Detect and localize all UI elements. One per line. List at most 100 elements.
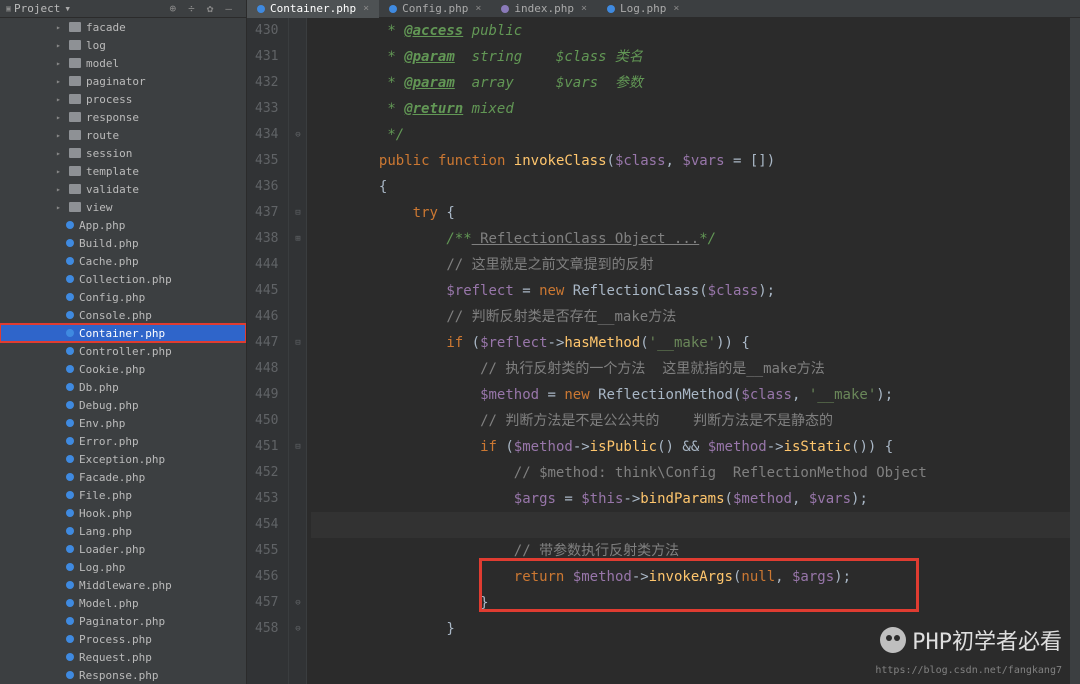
tree-file[interactable]: Build.php — [0, 234, 246, 252]
tree-file[interactable]: Env.php — [0, 414, 246, 432]
expand-icon[interactable]: ▸ — [56, 167, 64, 176]
line-number[interactable]: 436 — [255, 174, 278, 200]
editor-tab[interactable]: Container.php× — [247, 0, 379, 18]
editor-tab[interactable]: Log.php× — [597, 0, 689, 18]
tree-file[interactable]: Controller.php — [0, 342, 246, 360]
hide-icon[interactable]: — — [225, 2, 232, 15]
line-number[interactable]: 432 — [255, 70, 278, 96]
tree-file[interactable]: Collection.php — [0, 270, 246, 288]
tree-file[interactable]: Middleware.php — [0, 576, 246, 594]
close-icon[interactable]: × — [475, 3, 481, 14]
tree-file[interactable]: Lang.php — [0, 522, 246, 540]
tree-file[interactable]: Loader.php — [0, 540, 246, 558]
line-number[interactable]: 458 — [255, 616, 278, 642]
fold-icon — [289, 70, 306, 96]
fold-icon[interactable]: ⊖ — [289, 122, 306, 148]
line-number[interactable]: 444 — [255, 252, 278, 278]
editor-scrollbar[interactable] — [1070, 18, 1080, 684]
fold-icon[interactable]: ⊖ — [289, 616, 306, 642]
collapse-icon[interactable]: ⊕ — [170, 2, 177, 15]
expand-icon[interactable]: ▸ — [56, 185, 64, 194]
tree-folder[interactable]: ▸validate — [0, 180, 246, 198]
code-editor[interactable]: 4304314324334344354364374384444454464474… — [247, 18, 1080, 684]
line-number[interactable]: 453 — [255, 486, 278, 512]
fold-icon[interactable]: ⊞ — [289, 226, 306, 252]
close-icon[interactable]: × — [581, 3, 587, 14]
expand-icon[interactable]: ▸ — [56, 113, 64, 122]
tree-folder[interactable]: ▸log — [0, 36, 246, 54]
tree-folder[interactable]: ▸session — [0, 144, 246, 162]
close-icon[interactable]: × — [673, 3, 679, 14]
line-number[interactable]: 451 — [255, 434, 278, 460]
tree-file[interactable]: Debug.php — [0, 396, 246, 414]
tree-file[interactable]: Cookie.php — [0, 360, 246, 378]
line-number[interactable]: 457 — [255, 590, 278, 616]
fold-icon[interactable]: ⊟ — [289, 200, 306, 226]
tree-folder[interactable]: ▸view — [0, 198, 246, 216]
expand-icon[interactable]: ▸ — [56, 95, 64, 104]
tree-folder[interactable]: ▸model — [0, 54, 246, 72]
fold-icon[interactable]: ⊟ — [289, 434, 306, 460]
expand-icon[interactable]: ▸ — [56, 41, 64, 50]
tree-folder[interactable]: ▸facade — [0, 18, 246, 36]
tree-folder[interactable]: ▸paginator — [0, 72, 246, 90]
tree-file[interactable]: Db.php — [0, 378, 246, 396]
tree-folder[interactable]: ▸ process — [0, 90, 246, 108]
line-number[interactable]: 455 — [255, 538, 278, 564]
line-number[interactable]: 445 — [255, 278, 278, 304]
tree-file[interactable]: Config.php — [0, 288, 246, 306]
close-icon[interactable]: × — [363, 3, 369, 14]
line-number[interactable]: 435 — [255, 148, 278, 174]
settings-icon[interactable]: ✿ — [207, 2, 214, 15]
tree-file[interactable]: Request.php — [0, 648, 246, 666]
tree-file[interactable]: Hook.php — [0, 504, 246, 522]
fold-icon[interactable]: ⊟ — [289, 330, 306, 356]
line-number[interactable]: 431 — [255, 44, 278, 70]
expand-icon[interactable]: ▸ — [56, 149, 64, 158]
expand-icon[interactable]: ÷ — [188, 2, 195, 15]
code-area[interactable]: * @access public * @param string $class … — [307, 18, 1070, 684]
line-number[interactable]: 452 — [255, 460, 278, 486]
expand-icon[interactable]: ▸ — [56, 59, 64, 68]
line-number[interactable]: 447 — [255, 330, 278, 356]
tree-item-label: Build.php — [79, 237, 139, 250]
tree-file[interactable]: Exception.php — [0, 450, 246, 468]
line-number[interactable]: 430 — [255, 18, 278, 44]
expand-icon[interactable]: ▸ — [56, 77, 64, 86]
line-number[interactable]: 454 — [255, 512, 278, 538]
tree-file[interactable]: Model.php — [0, 594, 246, 612]
tree-file[interactable]: Container.php — [0, 324, 246, 342]
project-dropdown-icon[interactable]: ▾ — [64, 2, 71, 15]
editor-tab[interactable]: index.php× — [491, 0, 597, 18]
tree-item-label: process — [86, 93, 132, 106]
line-number[interactable]: 434 — [255, 122, 278, 148]
line-number[interactable]: 438 — [255, 226, 278, 252]
tree-file[interactable]: Log.php — [0, 558, 246, 576]
tree-file[interactable]: Response.php — [0, 666, 246, 684]
tree-file[interactable]: Cache.php — [0, 252, 246, 270]
line-number[interactable]: 433 — [255, 96, 278, 122]
expand-icon[interactable]: ▸ — [56, 23, 64, 32]
tree-file[interactable]: File.php — [0, 486, 246, 504]
tree-file[interactable]: Console.php — [0, 306, 246, 324]
expand-icon[interactable]: ▸ — [56, 203, 64, 212]
line-number[interactable]: 456 — [255, 564, 278, 590]
tree-file[interactable]: Error.php — [0, 432, 246, 450]
expand-icon[interactable]: ▸ — [56, 131, 64, 140]
line-number[interactable]: 449 — [255, 382, 278, 408]
tree-folder[interactable]: ▸response — [0, 108, 246, 126]
tree-file[interactable]: Paginator.php — [0, 612, 246, 630]
tree-folder[interactable]: ▸route — [0, 126, 246, 144]
tree-folder[interactable]: ▸template — [0, 162, 246, 180]
project-panel-header[interactable]: ▣ Project ▾ ⊕ ÷ ✿ — — [0, 0, 247, 17]
line-number[interactable]: 446 — [255, 304, 278, 330]
project-tree[interactable]: ▸facade▸log▸model▸paginator▸process▸resp… — [0, 18, 247, 684]
fold-icon[interactable]: ⊖ — [289, 590, 306, 616]
tree-file[interactable]: Process.php — [0, 630, 246, 648]
line-number[interactable]: 437 — [255, 200, 278, 226]
tree-file[interactable]: Facade.php — [0, 468, 246, 486]
line-number[interactable]: 448 — [255, 356, 278, 382]
editor-tab[interactable]: Config.php× — [379, 0, 491, 18]
tree-file[interactable]: App.php — [0, 216, 246, 234]
line-number[interactable]: 450 — [255, 408, 278, 434]
